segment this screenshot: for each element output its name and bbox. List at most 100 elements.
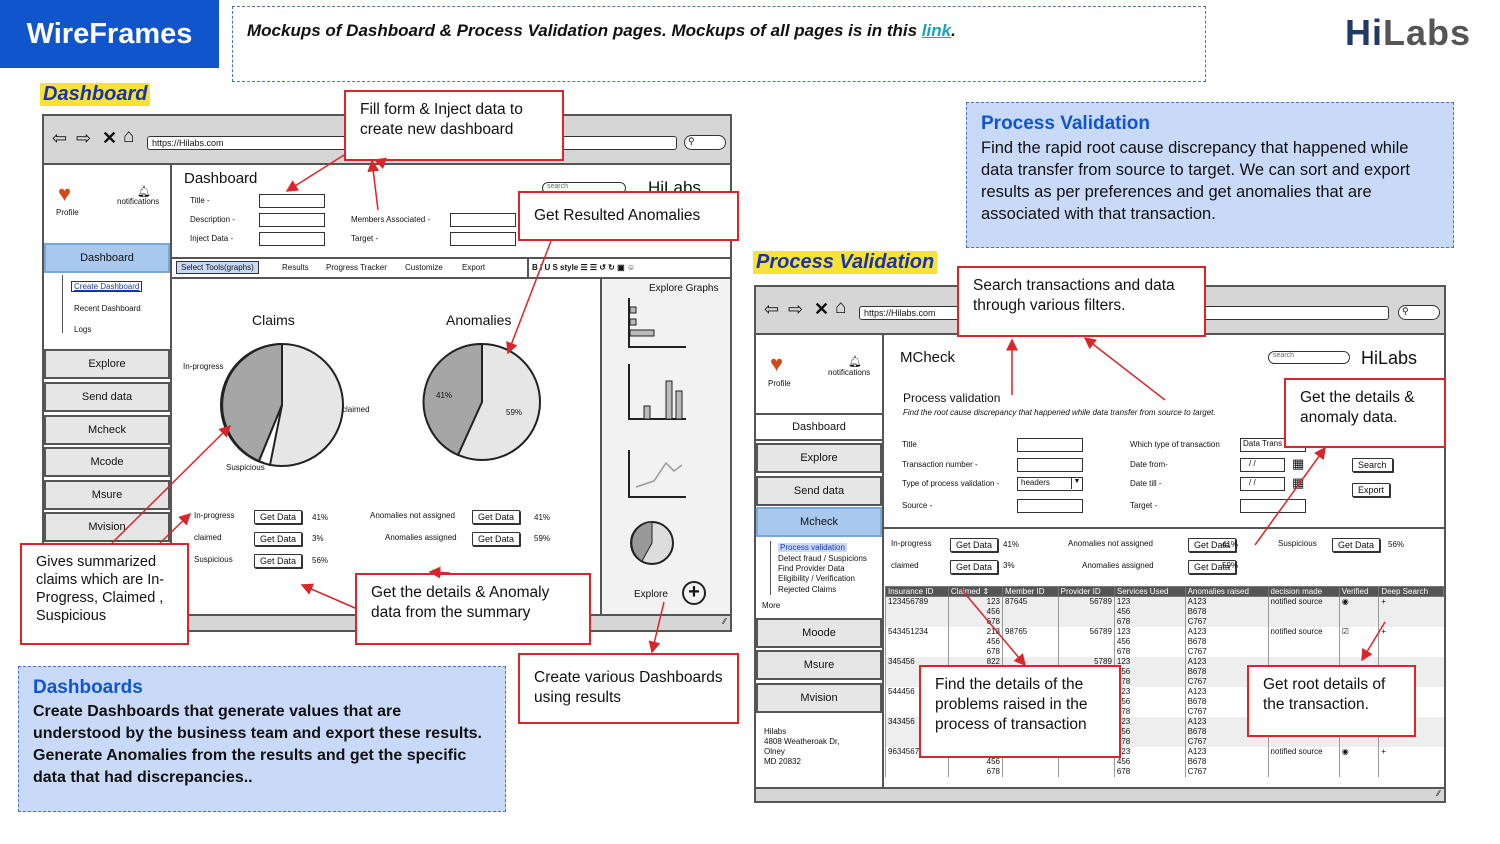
tab-export[interactable]: Export [462,263,485,272]
format-toolbar[interactable]: B I U S style ☰ ☰ ↺ ↻ ▣ ☺ [532,263,635,272]
pv-nav-dashboard[interactable]: Dashboard [756,413,882,441]
nav-mcode[interactable]: Mcode [44,447,170,477]
calendar-till-icon[interactable]: ▦ [1292,475,1304,491]
table-header-cell[interactable]: Insurance ID [885,586,949,597]
tab-customize[interactable]: Customize [405,263,443,272]
home-icon[interactable]: ⌂ [123,126,134,148]
nav-explore[interactable]: Explore [44,349,170,379]
pv-nav-mvision[interactable]: Mvision [756,683,882,713]
tab-select-tools[interactable]: Select Tools(graphs) [176,261,259,274]
pv-home-icon[interactable]: ⌂ [835,297,846,319]
table-cell[interactable]: + [1378,596,1444,627]
subnav-logs[interactable]: Logs [74,325,91,334]
pv-title-input[interactable] [1017,438,1083,452]
pv-txn-input[interactable] [1017,458,1083,472]
description-input[interactable] [259,213,325,227]
pv-date-till-input[interactable]: / / [1240,477,1285,491]
pv-nav-send-data[interactable]: Send data [756,476,882,506]
pv-get-data-claimed[interactable]: Get Data [950,560,999,574]
pv-subnav-process-validation[interactable]: Process validation [778,543,847,552]
table-row[interactable]: 123456789 123 456 678 87645 56789 123 456 67… [885,596,1444,627]
get-data-not-assigned-button[interactable]: Get Data [472,510,521,524]
line-graph-icon[interactable] [626,447,690,501]
table-header-cell[interactable]: Provider ID [1057,586,1115,597]
pv-browser-search-icon[interactable]: ⚲ [1398,305,1440,320]
pv-source-input[interactable] [1017,499,1083,513]
table-cell: 123 456 678 [1113,747,1186,777]
nav-msure[interactable]: Msure [44,480,170,510]
pv-search-button[interactable]: Search [1352,458,1393,472]
pv-nav-mcheck[interactable]: Mcheck [756,507,882,537]
target-input[interactable] [450,232,516,246]
pv-forward-icon[interactable]: ⇨ [788,299,803,320]
pv-back-icon[interactable]: ⇦ [764,299,779,320]
pv-resize-icon[interactable]: ⁄⁄ [1437,789,1440,798]
subnav-create-dashboard[interactable]: Create Dashboard [71,281,143,292]
table-header-cell[interactable]: Deep Search [1378,586,1444,597]
tab-progress-tracker[interactable]: Progress Tracker [326,263,387,272]
summary-inprogress-label: In-progress [194,511,235,520]
pv-subnav-provider-data[interactable]: Find Provider Data [778,564,845,573]
pv-get-data-inprogress[interactable]: Get Data [950,538,999,552]
title-input[interactable] [259,194,325,208]
bar-graph-icon[interactable] [626,361,690,423]
add-graph-icon[interactable]: + [682,581,706,605]
table-cell[interactable]: ◉ [1338,596,1379,627]
table-cell[interactable]: ◉ [1338,747,1379,777]
subnav-recent-dashboard[interactable]: Recent Dashboard [74,304,141,313]
pv-date-from-input[interactable]: / / [1240,458,1285,472]
tab-results[interactable]: Results [282,263,309,272]
pv-bell-icon[interactable]: 🔔︎ [848,355,862,368]
members-input[interactable] [450,213,516,227]
table-header-cell[interactable]: Claimed ⇕ [947,586,1003,597]
pv-subnav-eligibility[interactable]: Eligibility / Verification [778,574,855,583]
pv-subnav-rejected[interactable]: Rejected Claims [778,585,836,594]
nav-mcheck[interactable]: Mcheck [44,415,170,445]
inject-data-input[interactable] [259,232,325,246]
pv-sum-p2: 3% [1003,561,1015,570]
pv-type-select[interactable]: headers ▼ [1017,477,1083,491]
nav-mvision[interactable]: Mvision [44,512,170,542]
table-cell: 123 456 678 [1113,687,1186,717]
chevron-down-icon[interactable]: ▼ [1071,478,1082,489]
table-header-cell[interactable]: Services Used [1113,586,1186,597]
table-header-cell[interactable]: Anomalies raised [1184,586,1269,597]
table-cell[interactable]: + [1378,747,1444,777]
table-cell[interactable]: + [1378,627,1444,657]
pv-subnav-detect-fraud[interactable]: Detect fraud / Suspicions [778,554,867,563]
pv-nav-explore[interactable]: Explore [756,443,882,473]
pv-profile-icon[interactable]: ♥ [770,351,783,377]
pv-get-data-suspicious[interactable]: Get Data [1332,538,1381,552]
pv-nav-msure[interactable]: Msure [756,650,882,680]
pv-target-input[interactable] [1240,499,1306,513]
get-data-inprogress-button[interactable]: Get Data [254,510,303,524]
intro-box: Mockups of Dashboard & Process Validatio… [232,6,1206,82]
table-row[interactable]: 543451234 213 456 678 98765 56789 123 456 67… [885,627,1444,657]
pv-close-icon[interactable]: ✕ [814,299,829,320]
pv-heading: Process validation [903,391,1001,405]
close-icon[interactable]: ✕ [102,128,117,149]
nav-dashboard[interactable]: Dashboard [44,243,170,273]
table-cell[interactable]: ☑ [1338,627,1379,657]
mockups-link[interactable]: link [922,21,951,40]
hbar-graph-icon[interactable] [626,295,690,351]
pv-nav-moode[interactable]: Moode [756,618,882,648]
pie-graph-icon[interactable] [628,519,678,569]
pv-search-input[interactable]: search [1268,351,1350,364]
nav-send-data[interactable]: Send data [44,382,170,412]
forward-icon[interactable]: ⇨ [76,128,91,149]
get-data-assigned-button[interactable]: Get Data [472,532,521,546]
table-header-cell[interactable]: Member ID [1001,586,1059,597]
table-header-cell[interactable]: decision made [1267,586,1340,597]
callout-summarized: Gives summarized claims which are In-Pro… [20,543,189,645]
resize-icon[interactable]: ⁄⁄ [723,617,726,626]
pv-export-button[interactable]: Export [1352,483,1391,497]
back-icon[interactable]: ⇦ [52,128,67,149]
get-data-suspicious-button[interactable]: Get Data [254,554,303,568]
get-data-claimed-button[interactable]: Get Data [254,532,303,546]
browser-search-icon[interactable]: ⚲ [684,135,726,150]
calendar-from-icon[interactable]: ▦ [1292,456,1304,472]
profile-icon[interactable]: ♥ [58,181,71,207]
pv-subnav-more[interactable]: More [762,601,780,610]
table-header-cell[interactable]: Verified [1338,586,1380,597]
